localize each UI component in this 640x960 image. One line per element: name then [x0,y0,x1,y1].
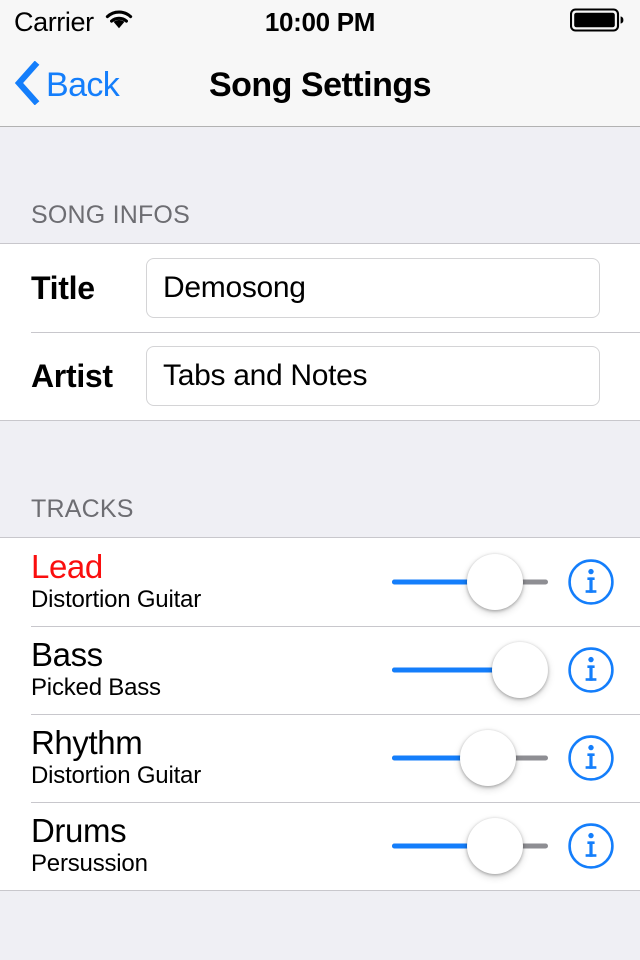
track-name: Bass [31,636,103,674]
track-row: Drums Persussion [0,802,640,890]
bottom-filler [0,891,640,960]
slider-thumb[interactable] [467,554,523,610]
info-circle-icon[interactable] [566,733,616,783]
carrier-label: Carrier [14,6,94,37]
slider-thumb[interactable] [460,730,516,786]
song-infos-section-header: SONG INFOS [0,127,640,243]
track-name: Lead [31,548,103,586]
song-infos-group: Title Artist [0,243,640,421]
track-labels: Drums Persussion [31,812,331,878]
track-row: Lead Distortion Guitar [0,538,640,626]
track-volume-slider[interactable] [392,816,548,876]
track-volume-slider[interactable] [392,728,548,788]
tracks-section-header: TRACKS [0,421,640,537]
back-button[interactable]: Back [0,60,120,110]
status-bar: Carrier 10:00 PM [0,0,640,44]
chevron-left-icon [14,60,40,110]
track-instrument: Distortion Guitar [31,586,201,614]
track-instrument: Picked Bass [31,674,161,702]
form-row-title: Title [0,244,640,332]
info-circle-icon[interactable] [566,821,616,871]
wifi-icon [104,9,134,36]
artist-field-label: Artist [31,357,113,394]
track-row: Rhythm Distortion Guitar [0,714,640,802]
track-instrument: Persussion [31,850,148,878]
battery-full-icon [569,7,626,38]
track-row: Bass Picked Bass [0,626,640,714]
info-circle-icon[interactable] [566,645,616,695]
form-row-artist: Artist [0,332,640,420]
track-volume-slider[interactable] [392,640,548,700]
status-bar-left: Carrier [14,7,134,38]
navigation-bar: Back Song Settings [0,44,640,127]
back-button-label: Back [46,65,120,104]
slider-thumb[interactable] [492,642,548,698]
track-volume-slider[interactable] [392,552,548,612]
track-instrument: Distortion Guitar [31,762,201,790]
slider-thumb[interactable] [467,818,523,874]
info-circle-icon[interactable] [566,557,616,607]
track-labels: Lead Distortion Guitar [31,548,331,614]
track-labels: Bass Picked Bass [31,636,331,702]
status-bar-right [569,7,626,38]
tracks-group: Lead Distortion Guitar Bass Picked Bass Rhyt… [0,537,640,891]
track-name: Drums [31,812,127,850]
track-labels: Rhythm Distortion Guitar [31,724,331,790]
title-input[interactable] [146,258,600,318]
track-name: Rhythm [31,724,143,762]
title-field-label: Title [31,269,95,306]
song-settings-screen: Carrier 10:00 PM Back Song Settings SONG… [0,0,640,960]
artist-input[interactable] [146,346,600,406]
